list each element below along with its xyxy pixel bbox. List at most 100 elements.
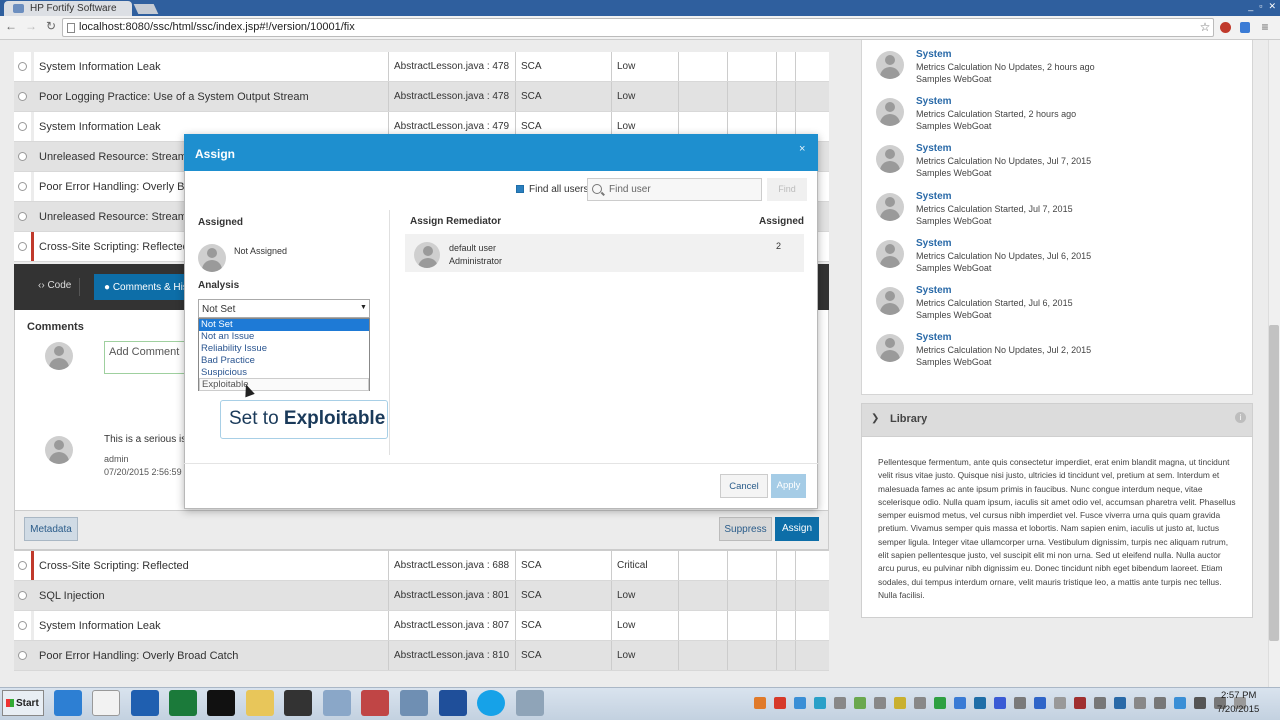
table-row[interactable]: System Information Leak AbstractLesson.ja… — [14, 611, 829, 641]
close-icon[interactable]: × — [799, 143, 805, 155]
row-checkbox[interactable] — [18, 561, 27, 570]
find-button[interactable]: Find — [767, 178, 807, 201]
activity-user[interactable]: System — [916, 238, 952, 249]
tray-icon[interactable] — [754, 697, 766, 709]
tray-icon[interactable] — [1074, 697, 1086, 709]
tray-icon[interactable] — [1014, 697, 1026, 709]
forward-icon[interactable]: → — [24, 19, 38, 35]
row-checkbox[interactable] — [18, 122, 27, 131]
chevron-down-icon[interactable]: ❯ — [871, 413, 879, 424]
option-reliability-issue[interactable]: Reliability Issue — [199, 343, 369, 355]
tray-icon[interactable] — [874, 697, 886, 709]
row-checkbox[interactable] — [18, 621, 27, 630]
menu-icon[interactable]: ≡ — [1258, 20, 1272, 36]
row-checkbox[interactable] — [18, 212, 27, 221]
dropdown-arrow-icon[interactable]: ▼ — [360, 304, 367, 311]
tray-icon[interactable] — [974, 697, 986, 709]
table-row[interactable]: Cross-Site Scripting: Reflected AbstractL… — [14, 551, 829, 581]
option-not-an-issue[interactable]: Not an Issue — [199, 331, 369, 343]
browser-tab[interactable]: HP Fortify Software — [4, 1, 132, 16]
row-checkbox[interactable] — [18, 152, 27, 161]
analysis-select[interactable]: Not Set — [198, 299, 370, 318]
back-icon[interactable]: ← — [4, 19, 18, 35]
activity-user[interactable]: System — [916, 96, 952, 107]
tray-icon[interactable] — [1094, 697, 1106, 709]
activity-user[interactable]: System — [916, 191, 952, 202]
reload-icon[interactable]: ↻ — [44, 19, 58, 35]
row-checkbox[interactable] — [18, 591, 27, 600]
option-exploitable[interactable]: Exploitable — [199, 378, 369, 391]
table-row[interactable]: System Information Leak AbstractLesson.ja… — [14, 52, 829, 82]
tray-icon[interactable] — [914, 697, 926, 709]
app-icon[interactable] — [361, 690, 389, 716]
find-all-users-checkbox[interactable] — [516, 185, 524, 193]
tray-icon[interactable] — [1194, 697, 1206, 709]
close-window-icon[interactable]: ✕ — [1268, 1, 1276, 14]
tray-icon[interactable] — [1114, 697, 1126, 709]
terminal-icon[interactable] — [207, 690, 235, 716]
tray-icon[interactable] — [1054, 697, 1066, 709]
row-checkbox[interactable] — [18, 242, 27, 251]
table-row[interactable]: Poor Error Handling: Overly Broad Catch A… — [14, 641, 829, 671]
start-button[interactable]: Start — [2, 690, 44, 716]
row-checkbox[interactable] — [18, 651, 27, 660]
row-checkbox[interactable] — [18, 92, 27, 101]
tray-icon[interactable] — [854, 697, 866, 709]
bookmark-star-icon[interactable]: ☆ — [1198, 20, 1212, 36]
address-bar[interactable]: localhost:8080/ssc/html/ssc/index.jsp#!/… — [62, 18, 1214, 37]
scrollbar-thumb[interactable] — [1269, 325, 1279, 641]
url-text: localhost:8080/ssc/html/ssc/index.jsp#!/… — [79, 21, 355, 33]
suppress-button[interactable]: Suppress — [719, 517, 772, 541]
app-icon[interactable] — [516, 690, 544, 716]
assign-button[interactable]: Assign — [775, 517, 819, 541]
minimize-icon[interactable]: _ — [1248, 1, 1253, 14]
remediator-role: Administrator — [449, 256, 503, 266]
tray-icon[interactable] — [1174, 697, 1186, 709]
maximize-icon[interactable]: ▫ — [1259, 1, 1262, 14]
window-controls[interactable]: _ ▫ ✕ — [1232, 1, 1276, 14]
table-row[interactable]: Poor Logging Practice: Use of a System O… — [14, 82, 829, 112]
info-icon[interactable]: i — [1235, 412, 1246, 423]
tray-icon[interactable] — [994, 697, 1006, 709]
headset-icon[interactable] — [284, 690, 312, 716]
assigned-heading: Assigned — [198, 217, 244, 228]
captivate-icon[interactable] — [169, 690, 197, 716]
tray-icon[interactable] — [814, 697, 826, 709]
app-icon[interactable] — [400, 690, 428, 716]
apply-button[interactable]: Apply — [771, 474, 806, 498]
extension-icon[interactable] — [1240, 22, 1250, 33]
activity-user[interactable]: System — [916, 49, 952, 60]
folder-icon[interactable] — [246, 690, 274, 716]
tray-icon[interactable] — [1034, 697, 1046, 709]
tray-icon[interactable] — [894, 697, 906, 709]
find-user-input[interactable]: Find user — [587, 178, 762, 201]
tab-code[interactable]: ‹› Code — [30, 278, 81, 296]
row-checkbox[interactable] — [18, 62, 27, 71]
tray-icon[interactable] — [794, 697, 806, 709]
tray-icon[interactable] — [1154, 697, 1166, 709]
tray-icon[interactable] — [934, 697, 946, 709]
activity-user[interactable]: System — [916, 285, 952, 296]
tray-icon[interactable] — [954, 697, 966, 709]
tray-icon[interactable] — [834, 697, 846, 709]
tray-icon[interactable] — [774, 697, 786, 709]
metadata-button[interactable]: Metadata — [24, 517, 78, 541]
option-bad-practice[interactable]: Bad Practice — [199, 355, 369, 367]
row-checkbox[interactable] — [18, 182, 27, 191]
cancel-button[interactable]: Cancel — [720, 474, 768, 498]
add-comment-field[interactable]: Add Comment — [104, 341, 194, 374]
option-not-set[interactable]: Not Set — [199, 319, 369, 331]
remediator-row[interactable] — [405, 234, 804, 272]
activity-user[interactable]: System — [916, 332, 952, 343]
outlook-icon[interactable] — [131, 690, 159, 716]
lync-icon[interactable] — [439, 690, 467, 716]
table-row[interactable]: SQL Injection AbstractLesson.java : 801 SC… — [14, 581, 829, 611]
skype-icon[interactable] — [477, 690, 505, 716]
ie-icon[interactable] — [54, 690, 82, 716]
extension-icon[interactable] — [1220, 22, 1231, 33]
new-tab-button[interactable] — [133, 4, 159, 14]
tray-icon[interactable] — [1134, 697, 1146, 709]
calculator-icon[interactable] — [92, 690, 120, 716]
activity-user[interactable]: System — [916, 143, 952, 154]
virtualbox-icon[interactable] — [323, 690, 351, 716]
